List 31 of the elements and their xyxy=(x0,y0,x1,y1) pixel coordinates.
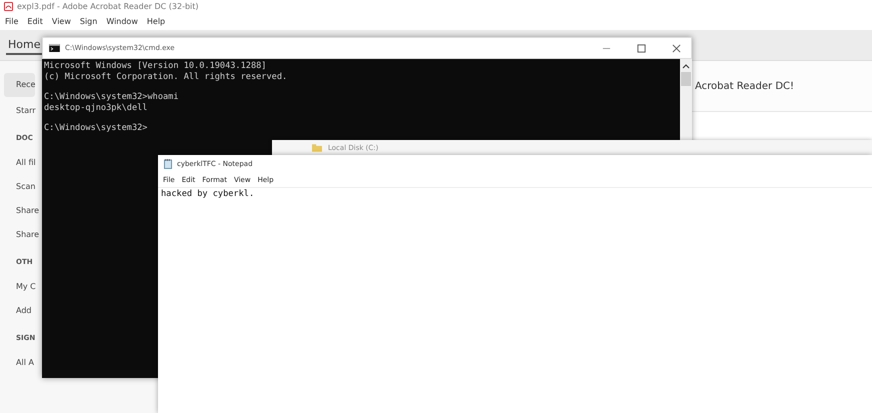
console-line: (c) Microsoft Corporation. All rights reserved. xyxy=(44,72,288,82)
banner-text: Acrobat Reader DC! xyxy=(695,80,794,92)
menu-item[interactable]: View xyxy=(52,16,71,28)
menu-item[interactable]: Help xyxy=(146,16,166,28)
close-icon[interactable] xyxy=(672,44,681,52)
sidebar-item[interactable]: All A xyxy=(4,351,34,375)
menu-item[interactable]: Sign xyxy=(80,16,98,28)
menu-item[interactable]: File xyxy=(5,16,18,28)
maximize-icon[interactable] xyxy=(637,44,646,52)
window-title: expl3.pdf - Adobe Acrobat Reader DC (32-bit) xyxy=(17,2,199,11)
sidebar-item[interactable]: Scan xyxy=(4,175,36,199)
console-line: C:\Windows\system32>whoami xyxy=(44,92,180,102)
scroll-up-icon[interactable] xyxy=(682,63,690,69)
document-text: hacked by cyberkl. xyxy=(161,189,254,199)
sidebar-item[interactable]: My C xyxy=(4,275,36,299)
menu-item[interactable]: Edit xyxy=(27,16,43,28)
notepad-icon xyxy=(164,159,172,169)
scroll-thumb[interactable] xyxy=(681,72,691,86)
text-area[interactable]: hacked by cyberkl. xyxy=(158,188,872,413)
sidebar-item[interactable]: Share xyxy=(4,223,40,247)
terminal-icon xyxy=(49,44,60,52)
sidebar-item[interactable]: All fil xyxy=(4,151,36,175)
menu-item[interactable]: Window xyxy=(106,16,138,28)
sidebar-item[interactable]: Starr xyxy=(4,99,36,123)
sidebar-item[interactable]: Share xyxy=(4,199,40,223)
sidebar-item[interactable]: Rece xyxy=(4,73,36,97)
sidebar-item[interactable]: Add xyxy=(4,299,32,323)
folder-icon xyxy=(312,144,322,152)
console-line: desktop-qjno3pk\dell xyxy=(44,102,148,113)
console-line: C:\Windows\system32> xyxy=(44,123,148,134)
console-line: Microsoft Windows [Version 10.0.19043.1288] xyxy=(44,61,268,72)
